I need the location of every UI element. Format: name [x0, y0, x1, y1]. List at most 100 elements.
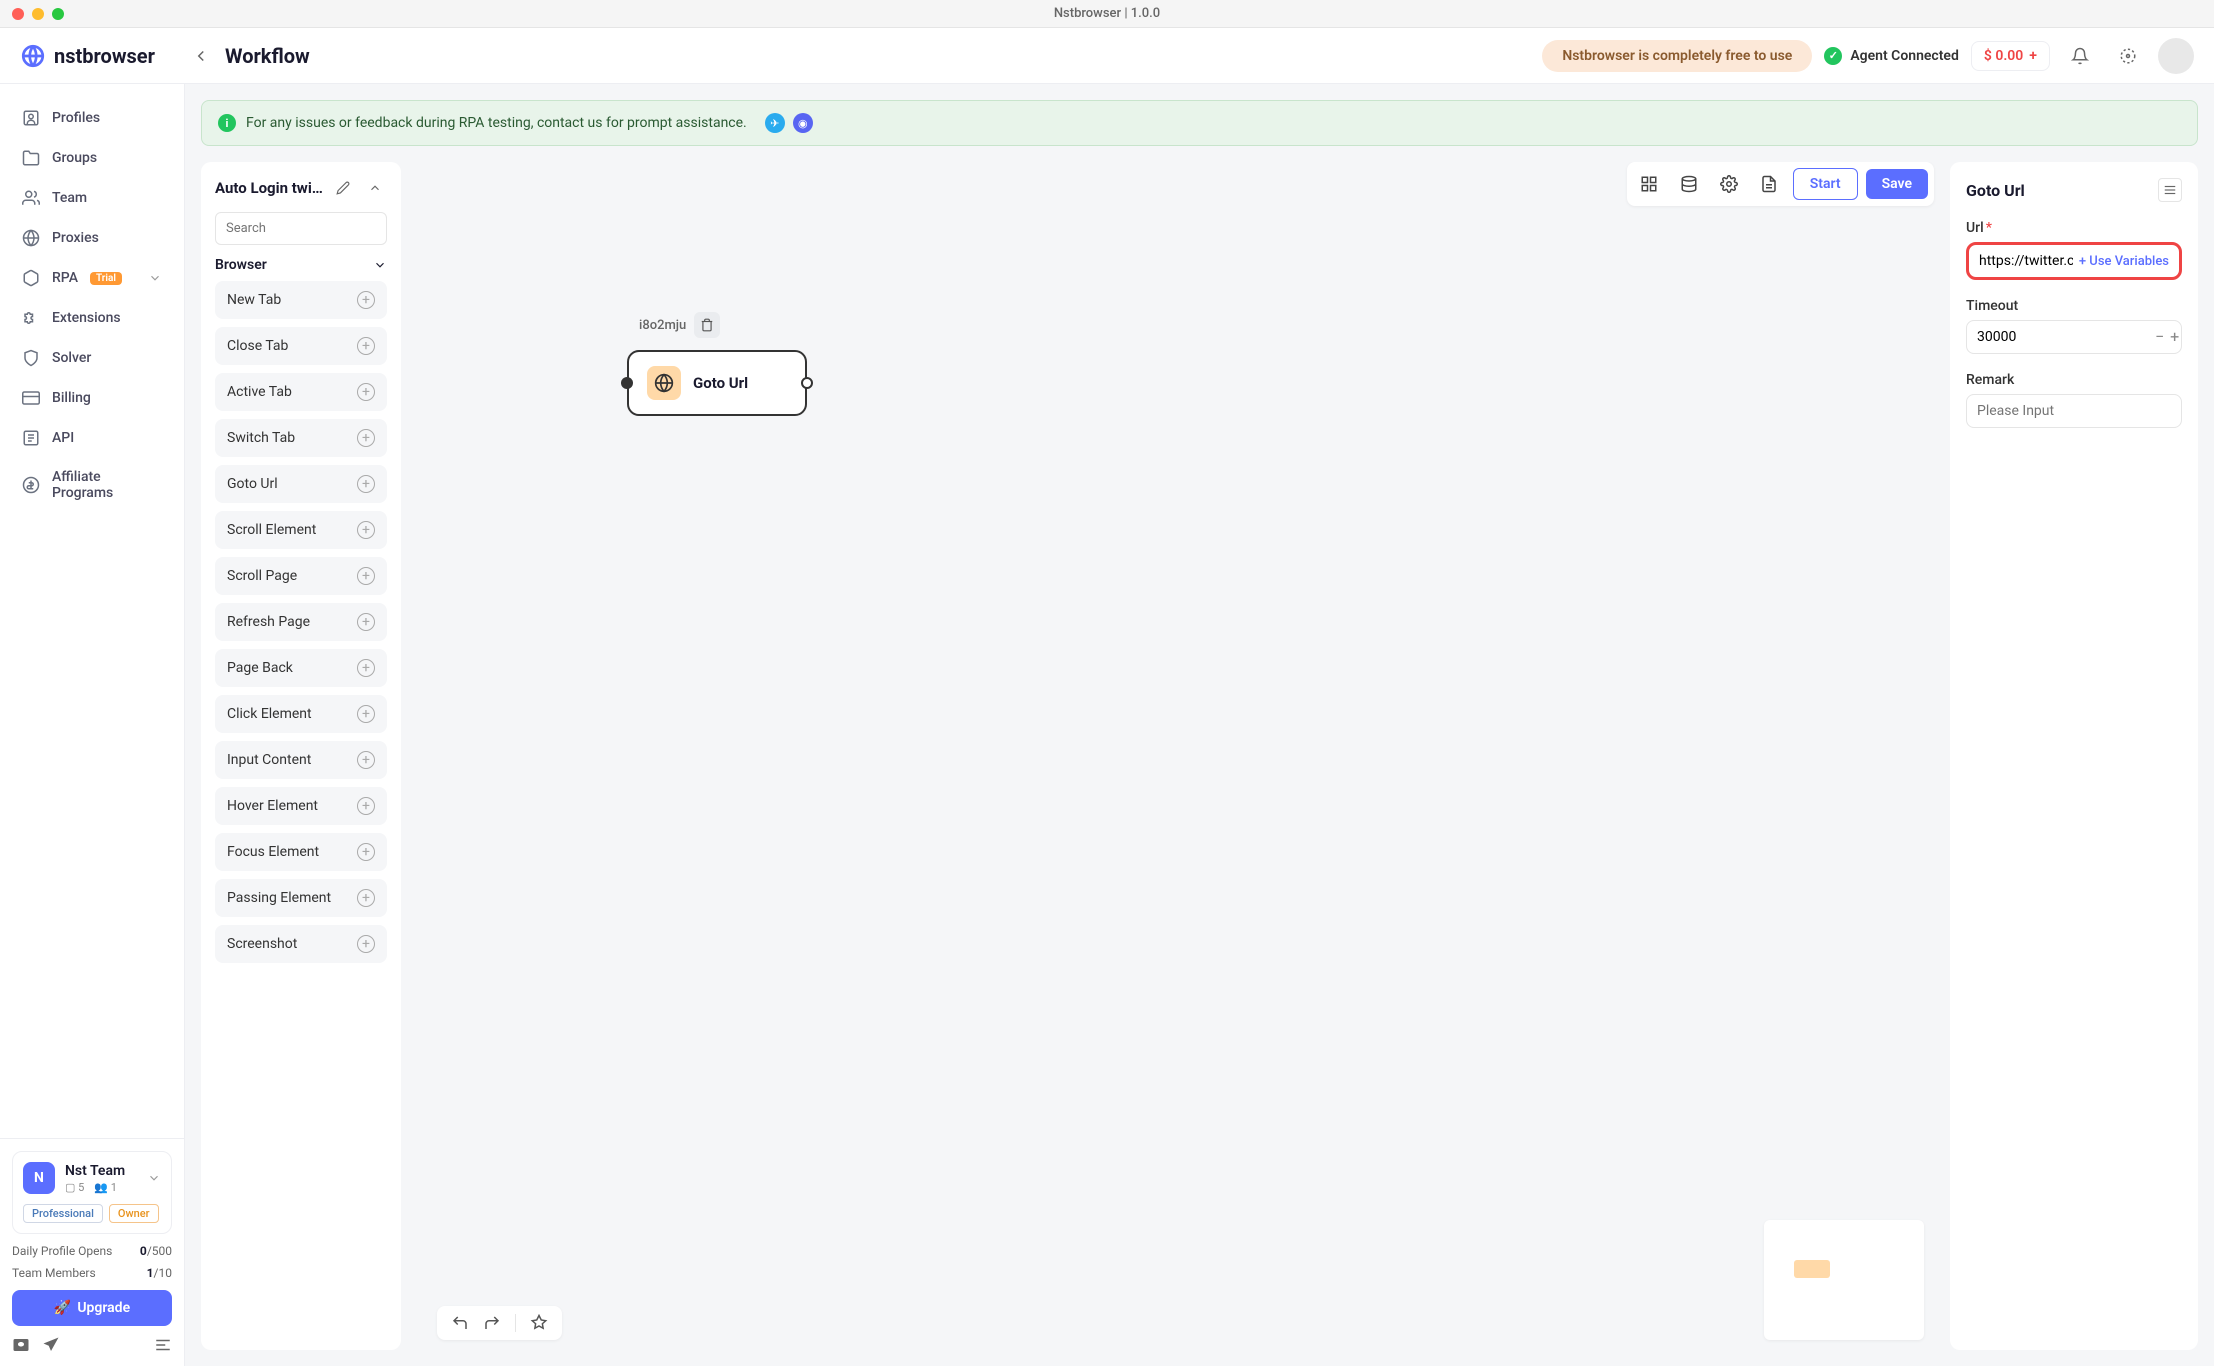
collapse-sidebar-icon[interactable]	[154, 1336, 172, 1354]
database-button[interactable]	[1673, 168, 1705, 200]
workflow-node-goto-url[interactable]: i8o2mju Goto Url	[627, 350, 807, 416]
action-item-close-tab[interactable]: Close Tab +	[215, 327, 387, 365]
nav-label: Solver	[52, 350, 91, 366]
app-header: nstbrowser Workflow Nstbrowser is comple…	[0, 28, 2214, 84]
action-item-input-content[interactable]: Input Content +	[215, 741, 387, 779]
maximize-window-button[interactable]	[52, 8, 64, 20]
add-action-button[interactable]: +	[357, 567, 375, 585]
input-port[interactable]	[621, 377, 633, 389]
action-label: Switch Tab	[227, 430, 295, 446]
auto-layout-button[interactable]	[530, 1314, 548, 1332]
category-browser[interactable]: Browser	[215, 257, 387, 273]
nav-label: Affiliate Programs	[52, 469, 162, 501]
action-item-switch-tab[interactable]: Switch Tab +	[215, 419, 387, 457]
add-action-button[interactable]: +	[357, 613, 375, 631]
sidebar-item-team[interactable]: Team	[8, 178, 176, 218]
action-item-new-tab[interactable]: New Tab +	[215, 281, 387, 319]
action-item-scroll-element[interactable]: Scroll Element+	[215, 511, 387, 549]
add-action-button[interactable]: +	[357, 291, 375, 309]
action-item-active-tab[interactable]: Active Tab+	[215, 373, 387, 411]
team-card[interactable]: N Nst Team ▢ 5 👥 1 Professional Owner	[12, 1151, 172, 1234]
action-item-hover-element[interactable]: Hover Element+	[215, 787, 387, 825]
start-button[interactable]: Start	[1793, 168, 1858, 200]
url-input[interactable]	[1979, 253, 2073, 269]
sidebar-item-extensions[interactable]: Extensions	[8, 298, 176, 338]
free-banner: Nstbrowser is completely free to use	[1542, 40, 1812, 72]
actions-panel: Auto Login twitt... Browser New Tab+Clos…	[201, 162, 401, 1350]
telegram-icon[interactable]	[42, 1336, 60, 1354]
action-label: Close Tab	[227, 338, 288, 354]
remark-input[interactable]	[1966, 394, 2182, 428]
action-item-scroll-page[interactable]: Scroll Page+	[215, 557, 387, 595]
add-action-button[interactable]: +	[357, 751, 375, 769]
sidebar-item-billing[interactable]: Billing	[8, 378, 176, 418]
balance-button[interactable]: $ 0.00 +	[1971, 41, 2050, 71]
sidebar-item-rpa[interactable]: RPATrial	[8, 258, 176, 298]
add-action-button[interactable]: +	[357, 429, 375, 447]
action-item-refresh-page[interactable]: Refresh Page+	[215, 603, 387, 641]
add-action-button[interactable]: +	[357, 889, 375, 907]
notifications-button[interactable]	[2062, 38, 2098, 74]
sidebar-item-api[interactable]: API	[8, 418, 176, 458]
upgrade-button[interactable]: 🚀 Upgrade	[12, 1290, 172, 1326]
add-action-button[interactable]: +	[357, 521, 375, 539]
action-label: Click Element	[227, 706, 312, 722]
node-label: Goto Url	[693, 374, 748, 392]
minimap[interactable]	[1764, 1220, 1924, 1340]
sidebar-item-profiles[interactable]: Profiles	[8, 98, 176, 138]
add-action-button[interactable]: +	[357, 475, 375, 493]
team-name: Nst Team	[65, 1163, 137, 1179]
discord-icon[interactable]	[12, 1336, 30, 1354]
balance-value: $ 0.00	[1984, 48, 2023, 64]
settings-button[interactable]	[1713, 168, 1745, 200]
timeout-increment[interactable]: +	[2170, 329, 2179, 345]
search-input[interactable]	[215, 212, 387, 245]
add-action-button[interactable]: +	[357, 337, 375, 355]
discord-link-icon[interactable]: ◉	[793, 113, 813, 133]
save-button[interactable]: Save	[1866, 169, 1928, 199]
props-menu-button[interactable]	[2158, 178, 2182, 202]
delete-node-button[interactable]	[694, 312, 720, 338]
user-avatar[interactable]	[2158, 38, 2194, 74]
nav-label: RPA	[52, 270, 78, 286]
timeout-decrement[interactable]: −	[2155, 329, 2164, 345]
logo-icon	[20, 43, 46, 69]
grid-view-button[interactable]	[1633, 168, 1665, 200]
settings-button[interactable]	[2110, 38, 2146, 74]
add-action-button[interactable]: +	[357, 935, 375, 953]
action-item-passing-element[interactable]: Passing Element+	[215, 879, 387, 917]
action-item-screenshot[interactable]: Screenshot+	[215, 925, 387, 963]
sidebar-item-proxies[interactable]: Proxies	[8, 218, 176, 258]
collapse-panel-button[interactable]	[363, 176, 387, 200]
add-action-button[interactable]: +	[357, 705, 375, 723]
action-label: New Tab	[227, 292, 281, 308]
workflow-canvas[interactable]: Start Save i8o2mju Goto Url	[417, 162, 1934, 1350]
close-window-button[interactable]	[12, 8, 24, 20]
action-label: Input Content	[227, 752, 311, 768]
add-action-button[interactable]: +	[357, 843, 375, 861]
sidebar-item-groups[interactable]: Groups	[8, 138, 176, 178]
action-item-goto-url[interactable]: Goto Url+	[215, 465, 387, 503]
action-item-page-back[interactable]: Page Back+	[215, 649, 387, 687]
action-item-focus-element[interactable]: Focus Element+	[215, 833, 387, 871]
nav-label: Extensions	[52, 310, 121, 326]
edit-name-button[interactable]	[331, 176, 355, 200]
add-action-button[interactable]: +	[357, 383, 375, 401]
action-item-click-element[interactable]: Click Element +	[215, 695, 387, 733]
output-port[interactable]	[801, 377, 813, 389]
chevron-down-icon	[148, 271, 162, 285]
add-action-button[interactable]: +	[357, 797, 375, 815]
add-action-button[interactable]: +	[357, 659, 375, 677]
sidebar-item-affiliate-programs[interactable]: Affiliate Programs	[8, 458, 176, 512]
minimize-window-button[interactable]	[32, 8, 44, 20]
timeout-input[interactable]	[1977, 329, 2155, 345]
undo-button[interactable]	[451, 1314, 469, 1332]
notice-text: For any issues or feedback during RPA te…	[246, 115, 747, 131]
back-button[interactable]	[185, 40, 217, 72]
notes-button[interactable]	[1753, 168, 1785, 200]
sidebar-item-solver[interactable]: Solver	[8, 338, 176, 378]
use-variables-link[interactable]: + Use Variables	[2079, 254, 2169, 269]
redo-button[interactable]	[483, 1314, 501, 1332]
telegram-link-icon[interactable]: ✈	[765, 113, 785, 133]
logo[interactable]: nstbrowser	[20, 43, 185, 69]
